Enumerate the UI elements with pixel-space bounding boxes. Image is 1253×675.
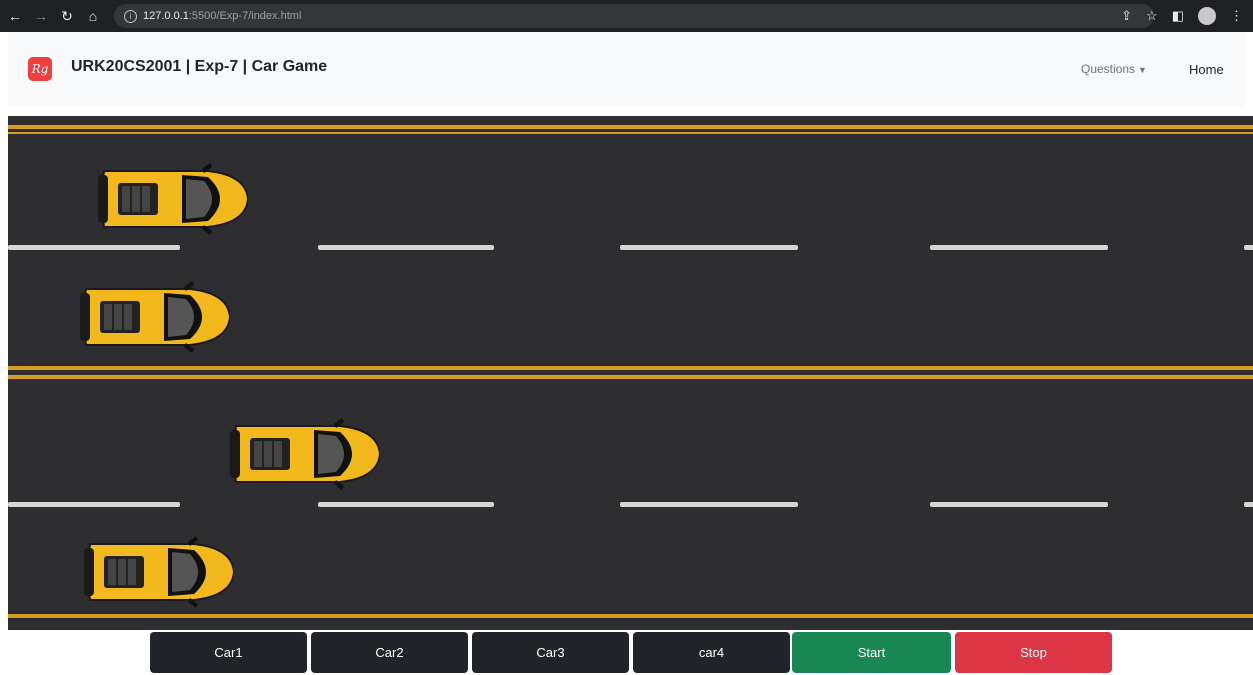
car1 bbox=[98, 163, 248, 235]
center-line-1 bbox=[8, 366, 1253, 370]
share-icon[interactable]: ⇪ bbox=[1121, 8, 1132, 24]
lane-dash bbox=[930, 245, 1108, 250]
questions-dropdown[interactable]: Questions ▼ bbox=[1081, 62, 1147, 76]
lane-dash bbox=[1244, 502, 1253, 507]
lane-dash bbox=[1244, 245, 1253, 250]
lane-line-top bbox=[8, 125, 1253, 129]
car3 bbox=[230, 418, 380, 490]
home-icon[interactable]: ⌂ bbox=[82, 5, 104, 27]
start-button[interactable]: Start bbox=[792, 632, 951, 673]
lane-line-bottom bbox=[8, 614, 1253, 618]
car-icon bbox=[80, 281, 230, 353]
info-icon[interactable]: i bbox=[124, 9, 137, 23]
reload-icon[interactable]: ↻ bbox=[56, 5, 78, 27]
lane-dash bbox=[8, 502, 180, 507]
url-host: 127.0.0.1 bbox=[143, 10, 189, 22]
side-panel-icon[interactable]: ◧ bbox=[1172, 8, 1184, 24]
home-link[interactable]: Home bbox=[1189, 62, 1224, 77]
car-icon bbox=[98, 163, 248, 235]
back-icon[interactable]: ← bbox=[4, 5, 26, 27]
car4-button[interactable]: car4 bbox=[633, 632, 790, 673]
brand-logo[interactable]: Rg bbox=[28, 57, 52, 81]
forward-icon[interactable]: → bbox=[30, 5, 52, 27]
lane-dash bbox=[930, 502, 1108, 507]
brand-title[interactable]: URK20CS2001 | Exp-7 | Car Game bbox=[71, 58, 327, 76]
lane-dash bbox=[318, 245, 494, 250]
car2 bbox=[80, 281, 230, 353]
caret-down-icon: ▼ bbox=[1138, 65, 1147, 75]
lane-line-top-2 bbox=[8, 132, 1253, 134]
lane-dash bbox=[620, 502, 798, 507]
car-icon bbox=[230, 418, 380, 490]
app-navbar: Rg URK20CS2001 | Exp-7 | Car Game Questi… bbox=[8, 32, 1245, 106]
car-icon bbox=[84, 536, 234, 608]
center-line-2 bbox=[8, 375, 1253, 379]
url-path: :5500/Exp-7/index.html bbox=[188, 10, 302, 22]
lane-dash bbox=[8, 245, 180, 250]
stop-button[interactable]: Stop bbox=[955, 632, 1112, 673]
car4 bbox=[84, 536, 234, 608]
star-icon[interactable]: ☆ bbox=[1146, 8, 1158, 24]
profile-avatar[interactable] bbox=[1198, 7, 1216, 25]
menu-icon[interactable]: ⋮ bbox=[1230, 8, 1243, 24]
lane-dash bbox=[318, 502, 494, 507]
questions-label: Questions bbox=[1081, 62, 1136, 76]
browser-toolbar: ← → ↻ ⌂ i 127.0.0.1:5500/Exp-7/index.htm… bbox=[0, 0, 1253, 32]
car3-button[interactable]: Car3 bbox=[472, 632, 629, 673]
car1-button[interactable]: Car1 bbox=[150, 632, 307, 673]
address-bar[interactable]: i 127.0.0.1:5500/Exp-7/index.html bbox=[114, 4, 1154, 28]
lane-dash bbox=[620, 245, 798, 250]
car2-button[interactable]: Car2 bbox=[311, 632, 468, 673]
game-road bbox=[8, 116, 1253, 630]
